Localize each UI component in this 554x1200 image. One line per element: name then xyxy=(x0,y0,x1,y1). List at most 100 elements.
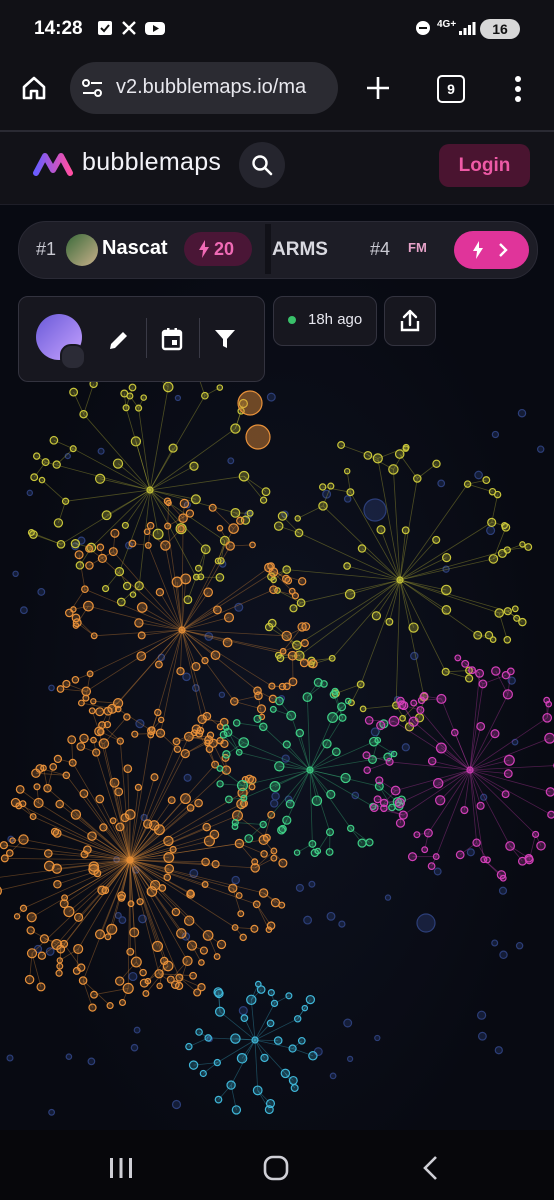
cluster-orange-bubble[interactable] xyxy=(256,704,267,714)
boost-button[interactable] xyxy=(454,231,529,269)
cluster-green-bubble[interactable] xyxy=(216,780,224,788)
cluster-orange-bubble[interactable] xyxy=(33,783,41,791)
cluster-orange-bubble[interactable] xyxy=(114,787,124,797)
cluster-orange-bubble[interactable] xyxy=(134,783,143,792)
cluster-cyan-bubble[interactable] xyxy=(267,989,275,997)
cluster-orange-bubble[interactable] xyxy=(13,913,21,920)
cluster-orange-bubble[interactable] xyxy=(0,886,2,896)
cluster-green-bubble[interactable] xyxy=(269,705,277,713)
cluster-orange-bubble[interactable] xyxy=(79,789,89,799)
cluster-yellow-bubble[interactable] xyxy=(194,564,203,572)
wallet-bubble[interactable] xyxy=(498,886,508,895)
cluster-orange-bubble[interactable] xyxy=(211,860,220,869)
cluster-green-bubble[interactable] xyxy=(253,714,262,723)
cluster-orange-bubble[interactable] xyxy=(209,829,220,840)
cluster-yellow-bubble[interactable] xyxy=(394,449,405,459)
cluster-orange-bubble[interactable] xyxy=(95,707,105,717)
cluster-orange-bubble[interactable] xyxy=(195,729,204,738)
cluster-orange-bubble[interactable] xyxy=(142,990,150,997)
cluster-yellow-bubble[interactable] xyxy=(513,614,521,622)
cluster-cyan-bubble[interactable] xyxy=(285,992,293,1000)
cluster-green-bubble[interactable] xyxy=(275,696,284,706)
cluster-cyan-bubble[interactable] xyxy=(265,1098,276,1109)
cluster-orange-bubble[interactable] xyxy=(128,539,137,548)
wallet-bubble[interactable] xyxy=(384,894,392,901)
cluster-orange-bubble[interactable] xyxy=(114,705,122,713)
cluster-yellow-bubble[interactable] xyxy=(112,458,124,469)
large-holder-bubble[interactable] xyxy=(245,424,271,450)
cluster-orange-bubble[interactable] xyxy=(36,982,46,992)
wallet-bubble[interactable] xyxy=(343,495,352,503)
cluster-cyan-bubble[interactable] xyxy=(254,980,262,988)
cluster-orange-bubble[interactable] xyxy=(76,742,86,751)
cluster-orange-bubble[interactable] xyxy=(155,588,165,597)
cluster-magenta-bubble[interactable] xyxy=(491,666,501,676)
cluster-cyan-bubble[interactable] xyxy=(195,1028,203,1036)
cluster-yellow-bubble[interactable] xyxy=(441,552,452,563)
cluster-magenta-bubble[interactable] xyxy=(524,853,534,863)
cluster-magenta-bubble[interactable] xyxy=(420,691,429,701)
cluster-yellow-bubble[interactable] xyxy=(343,562,351,570)
cluster-cyan-bubble[interactable] xyxy=(199,1069,207,1078)
share-button[interactable] xyxy=(384,296,436,346)
cluster-yellow-bubble[interactable] xyxy=(189,461,199,471)
back-icon[interactable] xyxy=(422,1155,440,1181)
wallet-bubble[interactable] xyxy=(494,1046,503,1055)
cluster-orange-bubble[interactable] xyxy=(270,847,278,855)
cluster-green-bubble[interactable] xyxy=(344,697,352,705)
cluster-yellow-bubble[interactable] xyxy=(493,490,502,499)
cluster-yellow-bubble[interactable] xyxy=(69,387,79,397)
wallet-bubble[interactable] xyxy=(97,447,105,455)
cluster-orange-bubble[interactable] xyxy=(110,528,120,538)
cluster-yellow-bubble[interactable] xyxy=(52,460,61,469)
cluster-yellow-bubble[interactable] xyxy=(363,451,373,460)
cluster-yellow-bubble[interactable] xyxy=(102,585,110,593)
cluster-green-bubble[interactable] xyxy=(365,838,374,847)
cluster-magenta-bubble[interactable] xyxy=(410,699,418,707)
cluster-orange-bubble[interactable] xyxy=(213,953,221,961)
cluster-yellow-bubble[interactable] xyxy=(371,611,382,621)
cluster-magenta-bubble[interactable] xyxy=(503,769,513,779)
cluster-yellow-bubble[interactable] xyxy=(121,521,129,529)
wallet-bubble[interactable] xyxy=(346,1055,354,1063)
cluster-magenta-bubble[interactable] xyxy=(379,798,389,808)
cluster-orange-bubble[interactable] xyxy=(236,516,245,525)
cluster-orange-bubble[interactable] xyxy=(88,1003,97,1012)
cluster-yellow-bubble[interactable] xyxy=(501,522,511,532)
cluster-orange-bubble[interactable] xyxy=(216,524,224,532)
cluster-magenta-bubble[interactable] xyxy=(544,732,554,744)
cluster-magenta-bubble[interactable] xyxy=(545,787,554,797)
cluster-green-bubble[interactable] xyxy=(326,789,336,800)
cluster-orange-bubble[interactable] xyxy=(53,754,63,764)
cluster-orange-bubble[interactable] xyxy=(288,677,298,687)
cluster-green-bubble[interactable] xyxy=(223,727,233,737)
wallet-bubble[interactable] xyxy=(338,920,346,928)
cluster-yellow-bubble[interactable] xyxy=(497,548,507,558)
cluster-orange-bubble[interactable] xyxy=(156,982,163,990)
cluster-orange-bubble[interactable] xyxy=(267,562,275,570)
cluster-green-bubble[interactable] xyxy=(320,680,328,688)
cluster-orange-bubble[interactable] xyxy=(198,959,205,966)
rank-token-name-1[interactable]: Nascat xyxy=(102,237,168,260)
cluster-green-bubble[interactable] xyxy=(374,736,382,744)
cluster-cyan-bubble[interactable] xyxy=(260,1053,269,1063)
cluster-yellow-bubble[interactable] xyxy=(183,595,193,605)
cluster-yellow-bubble[interactable] xyxy=(53,518,64,528)
cluster-cyan-bubble[interactable] xyxy=(301,1004,309,1012)
cluster-orange-bubble[interactable] xyxy=(56,685,65,693)
cluster-orange-bubble[interactable] xyxy=(123,764,133,774)
cluster-magenta-bubble[interactable] xyxy=(454,654,462,662)
cluster-orange-bubble[interactable] xyxy=(278,858,288,868)
cluster-green-bubble[interactable] xyxy=(244,834,254,843)
wallet-bubble[interactable] xyxy=(133,1026,141,1034)
cluster-yellow-bubble[interactable] xyxy=(129,591,137,598)
cluster-yellow-bubble[interactable] xyxy=(282,565,292,574)
cluster-magenta-bubble[interactable] xyxy=(375,776,384,785)
wallet-bubble[interactable] xyxy=(515,941,524,950)
cluster-orange-bubble[interactable] xyxy=(0,841,8,850)
calendar-icon[interactable] xyxy=(161,327,183,351)
wallet-bubble[interactable] xyxy=(536,445,545,453)
cluster-magenta-bubble[interactable] xyxy=(364,716,374,725)
cluster-orange-bubble[interactable] xyxy=(194,798,203,808)
cluster-yellow-bubble[interactable] xyxy=(277,511,288,521)
